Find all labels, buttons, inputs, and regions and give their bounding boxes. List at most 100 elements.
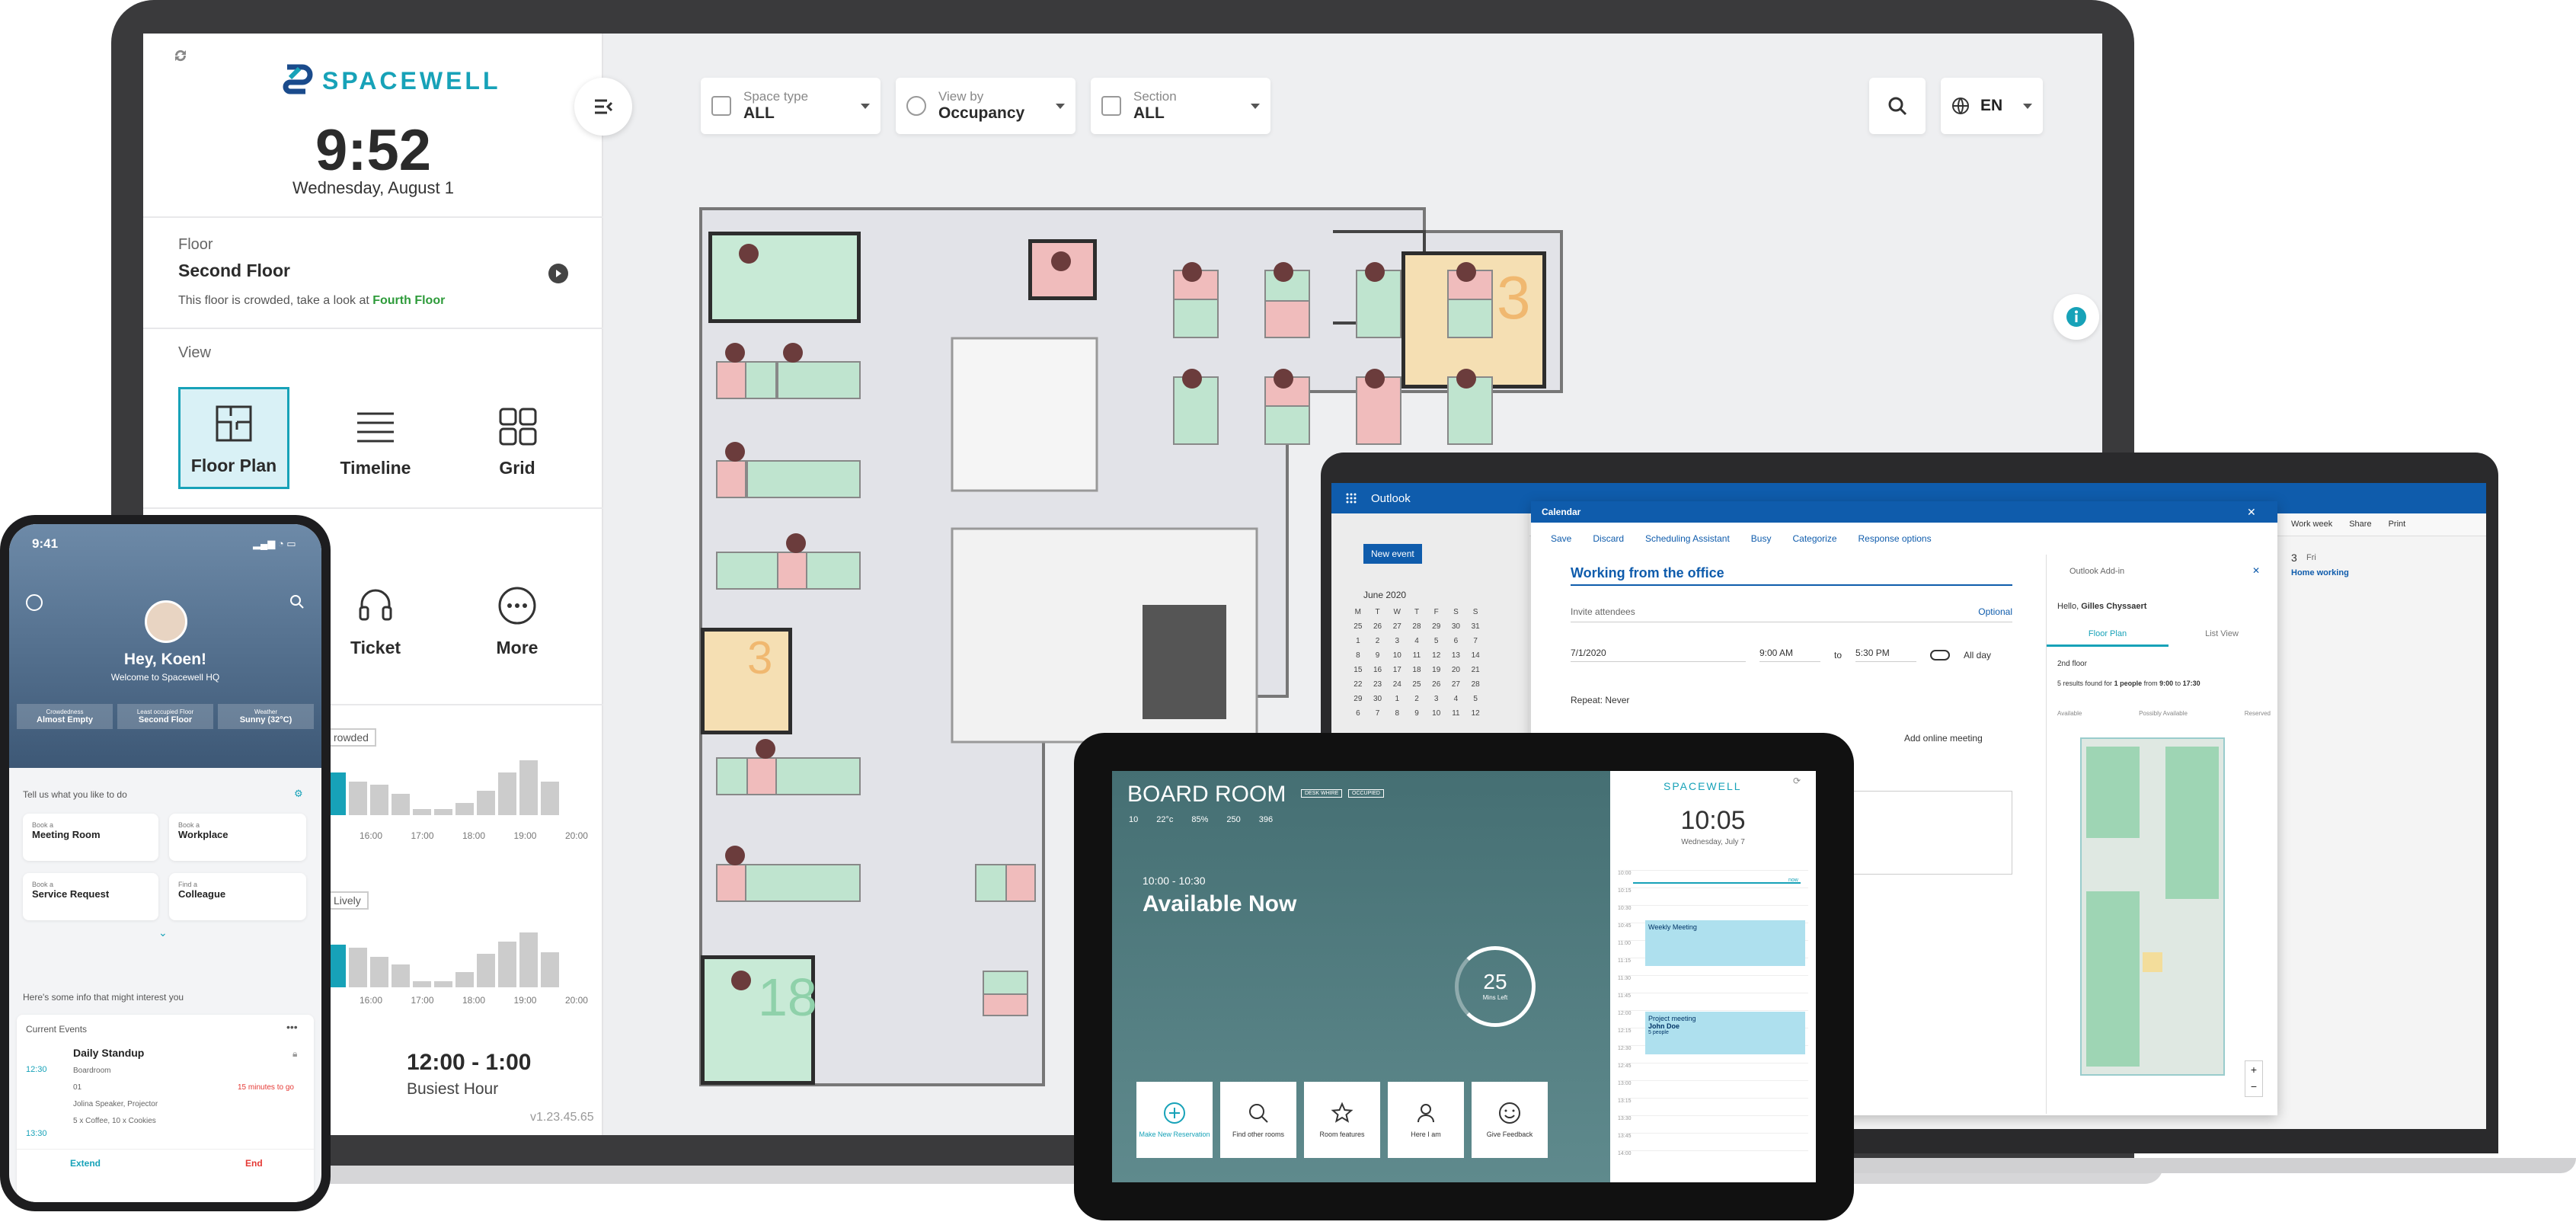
calendar-day[interactable]: 1 <box>1348 637 1368 645</box>
extend-button[interactable]: Extend <box>70 1158 101 1169</box>
calendar-day[interactable]: 26 <box>1427 680 1446 689</box>
floor-next-icon[interactable] <box>548 264 568 283</box>
book-workplace-tile[interactable]: Book a Workplace <box>169 814 306 861</box>
work-week-button[interactable]: Work week <box>2291 520 2332 529</box>
calendar-day[interactable]: 3 <box>1427 695 1446 703</box>
calendar-day[interactable]: 14 <box>1465 651 1485 660</box>
desk[interactable] <box>1264 300 1310 338</box>
schedule-event[interactable]: Project meeting John Doe 5 people <box>1645 1012 1805 1054</box>
event-date-input[interactable]: 7/1/2020 <box>1571 648 1746 662</box>
book-service-request-tile[interactable]: Book a Service Request <box>23 873 158 920</box>
zoom-controls[interactable]: + − <box>2245 1060 2263 1097</box>
calendar-day[interactable]: 6 <box>1348 709 1368 718</box>
view-floor-plan-button[interactable]: Floor Plan <box>178 387 289 489</box>
view-timeline-button[interactable]: Timeline <box>320 387 431 489</box>
calendar-day[interactable]: 30 <box>1368 695 1388 703</box>
calendar-day[interactable]: 15 <box>1348 666 1368 674</box>
view-grid-button[interactable]: Grid <box>462 387 573 489</box>
view-by-filter[interactable]: View by Occupancy <box>896 78 1075 134</box>
print-button[interactable]: Print <box>2389 520 2406 529</box>
calendar-day[interactable]: 11 <box>1407 651 1427 660</box>
calendar-day[interactable]: 26 <box>1368 622 1388 631</box>
calendar-day[interactable]: 10 <box>1387 651 1407 660</box>
calendar-day[interactable]: 24 <box>1387 680 1407 689</box>
desk[interactable] <box>1005 864 1036 902</box>
give-feedback-button[interactable]: Give Feedback <box>1472 1082 1548 1158</box>
avatar[interactable] <box>145 600 187 643</box>
calendar-day[interactable]: 23 <box>1368 680 1388 689</box>
calendar-day[interactable]: 2 <box>1407 695 1427 703</box>
crowded-link[interactable]: Fourth Floor <box>372 294 445 307</box>
calendar-day[interactable]: 1 <box>1387 695 1407 703</box>
close-icon[interactable]: ✕ <box>2252 565 2260 576</box>
calendar-day[interactable]: 29 <box>1348 695 1368 703</box>
space-type-filter[interactable]: Space type ALL <box>701 78 881 134</box>
calendar-day[interactable]: 19 <box>1427 666 1446 674</box>
optional-link[interactable]: Optional <box>1978 606 2012 617</box>
mini-calendar[interactable]: M T W T F S S 25 26 27 28 29 30 31 1 2 3 4 5 6 7 8 9 10 11 12 13 14… <box>1348 608 1485 718</box>
calendar-day[interactable]: 2 <box>1368 637 1388 645</box>
calendar-day[interactable]: 3 <box>1387 637 1407 645</box>
calendar-day[interactable]: 17 <box>1387 666 1407 674</box>
book-meeting-room-tile[interactable]: Book a Meeting Room <box>23 814 158 861</box>
calendar-day[interactable]: 7 <box>1465 637 1485 645</box>
add-online-meeting[interactable]: Add online meeting <box>1904 733 1983 744</box>
refresh-icon[interactable] <box>172 47 189 64</box>
calendar-day[interactable]: 29 <box>1427 622 1446 631</box>
more-icon[interactable]: ••• <box>286 1021 298 1033</box>
calendar-day[interactable]: 13 <box>1446 651 1466 660</box>
meeting-room-18[interactable]: 18 <box>701 955 817 1085</box>
calendar-day[interactable]: 10 <box>1427 709 1446 718</box>
schedule-event[interactable]: Weekly Meeting <box>1645 920 1805 966</box>
new-event-button[interactable]: New event <box>1363 544 1422 564</box>
calendar-day[interactable]: 30 <box>1446 622 1466 631</box>
save-button[interactable]: Save <box>1551 533 1571 544</box>
discard-button[interactable]: Discard <box>1593 533 1624 544</box>
desk[interactable] <box>716 864 746 902</box>
calendar-day[interactable]: 9 <box>1407 709 1427 718</box>
calendar-day[interactable]: 25 <box>1407 680 1427 689</box>
location-icon[interactable] <box>26 594 43 611</box>
end-button[interactable]: End <box>245 1158 263 1169</box>
tab-floor-plan[interactable]: Floor Plan <box>2047 629 2169 647</box>
desk[interactable] <box>716 460 746 498</box>
find-colleague-tile[interactable]: Find a Colleague <box>169 873 306 920</box>
here-i-am-button[interactable]: Here I am <box>1388 1082 1464 1158</box>
repeat-select[interactable]: Repeat: Never <box>1571 695 1629 705</box>
calendar-day[interactable]: 28 <box>1465 680 1485 689</box>
language-selector[interactable]: EN <box>1941 78 2043 134</box>
start-time-select[interactable]: 9:00 AM <box>1759 648 1820 662</box>
floor-value[interactable]: Second Floor <box>178 261 290 281</box>
desk[interactable] <box>716 757 861 795</box>
desk[interactable] <box>716 361 746 399</box>
share-button[interactable]: Share <box>2349 520 2371 529</box>
search-button[interactable] <box>1869 78 1926 134</box>
calendar-day[interactable]: 12 <box>1465 709 1485 718</box>
calendar-day[interactable]: 20 <box>1446 666 1466 674</box>
calendar-day[interactable]: 4 <box>1446 695 1466 703</box>
meeting-room-3b[interactable]: 3 <box>701 628 792 734</box>
refresh-icon[interactable]: ⟳ <box>1793 776 1801 786</box>
room-features-button[interactable]: Room features <box>1304 1082 1380 1158</box>
busy-dropdown[interactable]: Busy <box>1751 533 1772 544</box>
chevron-down-icon[interactable]: ⌄ <box>158 926 168 939</box>
calendar-day[interactable]: 9 <box>1368 651 1388 660</box>
calendar-day[interactable]: 27 <box>1387 622 1407 631</box>
desk[interactable] <box>777 552 807 590</box>
tab-list-view[interactable]: List View <box>2169 629 2275 644</box>
room-top-left[interactable] <box>708 232 861 323</box>
new-reservation-button[interactable]: Make New Reservation <box>1136 1082 1213 1158</box>
event-title-input[interactable]: Working from the office <box>1571 565 2012 586</box>
calendar-day[interactable]: 6 <box>1446 637 1466 645</box>
calendar-day[interactable]: 31 <box>1465 622 1485 631</box>
filter-icon[interactable]: ⚙ <box>294 788 303 800</box>
home-working-event[interactable]: Home working <box>2291 568 2349 577</box>
categorize-dropdown[interactable]: Categorize <box>1792 533 1836 544</box>
end-time-select[interactable]: 5:30 PM <box>1855 648 1917 662</box>
all-day-toggle[interactable] <box>1930 649 1951 660</box>
calendar-day[interactable]: 11 <box>1446 709 1466 718</box>
calendar-day[interactable]: 18 <box>1407 666 1427 674</box>
invite-attendees-input[interactable]: Invite attendees Optional <box>1571 606 2012 622</box>
ticket-button[interactable]: Ticket <box>320 567 431 669</box>
info-button[interactable] <box>2053 294 2099 340</box>
